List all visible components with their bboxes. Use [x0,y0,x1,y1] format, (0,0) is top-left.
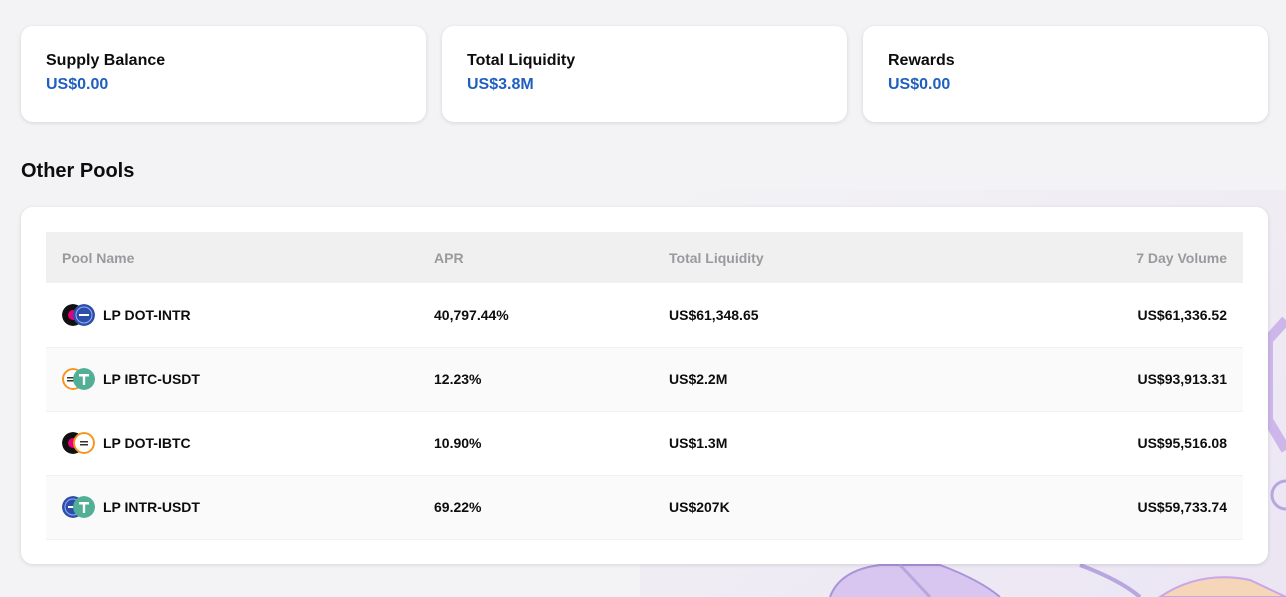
table-row[interactable]: LP INTR-USDT 69.22% US$207K US$59,733.74 [46,475,1243,539]
volume-cell: US$61,336.52 [1137,306,1227,323]
column-header-7-day-volume: 7 Day Volume [1136,249,1227,266]
card-value: US$0.00 [888,76,951,93]
intr-token-icon [73,303,95,326]
column-header-total-liquidity: Total Liquidity [669,249,764,266]
pool-name-label: LP IBTC-USDT [103,371,200,387]
volume-cell: US$59,733.74 [1137,499,1227,515]
table-row[interactable]: LP DOT-INTR 40,797.44% US$61,348.65 US$6… [46,283,1243,347]
pool-name: LP DOT-INTR [62,303,402,326]
liquidity-cell: US$1.3M [669,435,728,451]
pools-table: Pool Name APR Total Liquidity 7 Day Volu… [46,232,1243,540]
total-liquidity-card: Total Liquidity US$3.8M [442,26,847,122]
pool-name-label: LP INTR-USDT [103,499,200,515]
token-pair-icon [62,496,95,518]
card-value: US$3.8M [467,76,534,93]
token-pair-icon [62,368,95,390]
pool-name-cell: LP INTR-USDT [46,475,418,539]
summary-cards: Supply Balance US$0.00 Total Liquidity U… [21,26,1268,122]
section-title: Other Pools [21,160,135,182]
pool-name-label: LP DOT-INTR [103,306,191,323]
apr-cell: 40,797.44% [434,306,509,323]
pool-name-cell: LP IBTC-USDT [46,347,418,411]
liquidity-cell: US$207K [669,499,730,515]
usdt-token-icon [73,368,95,390]
ibtc-token-icon [73,432,95,454]
rewards-card: Rewards US$0.00 [863,26,1268,122]
other-pools-panel: Pool Name APR Total Liquidity 7 Day Volu… [21,207,1268,564]
apr-cell: 12.23% [434,371,482,387]
volume-cell: US$93,913.31 [1137,371,1227,387]
table-row[interactable]: LP IBTC-USDT 12.23% US$2.2M US$93,913.31 [46,347,1243,411]
pool-name: LP INTR-USDT [62,496,402,518]
pool-name-label: LP DOT-IBTC [103,435,191,451]
volume-cell: US$95,516.08 [1137,435,1227,451]
pool-name: LP IBTC-USDT [62,368,402,390]
token-pair-icon [62,303,95,326]
card-label: Supply Balance [46,52,166,69]
column-header-apr: APR [434,249,464,266]
table-header-row: Pool Name APR Total Liquidity 7 Day Volu… [46,232,1243,283]
usdt-token-icon [73,496,95,518]
card-label: Total Liquidity [467,52,576,69]
apr-cell: 69.22% [434,499,482,515]
table-row[interactable]: LP DOT-IBTC 10.90% US$1.3M US$95,516.08 [46,411,1243,475]
supply-balance-card: Supply Balance US$0.00 [21,26,426,122]
pool-name-cell: LP DOT-INTR [46,283,418,347]
column-header-pool-name: Pool Name [62,249,135,266]
card-value: US$0.00 [46,76,109,93]
apr-cell: 10.90% [434,435,482,451]
card-label: Rewards [888,52,955,69]
liquidity-cell: US$2.2M [669,371,728,387]
token-pair-icon [62,432,95,454]
pool-name: LP DOT-IBTC [62,432,402,454]
pool-name-cell: LP DOT-IBTC [46,411,418,475]
liquidity-cell: US$61,348.65 [669,306,759,323]
